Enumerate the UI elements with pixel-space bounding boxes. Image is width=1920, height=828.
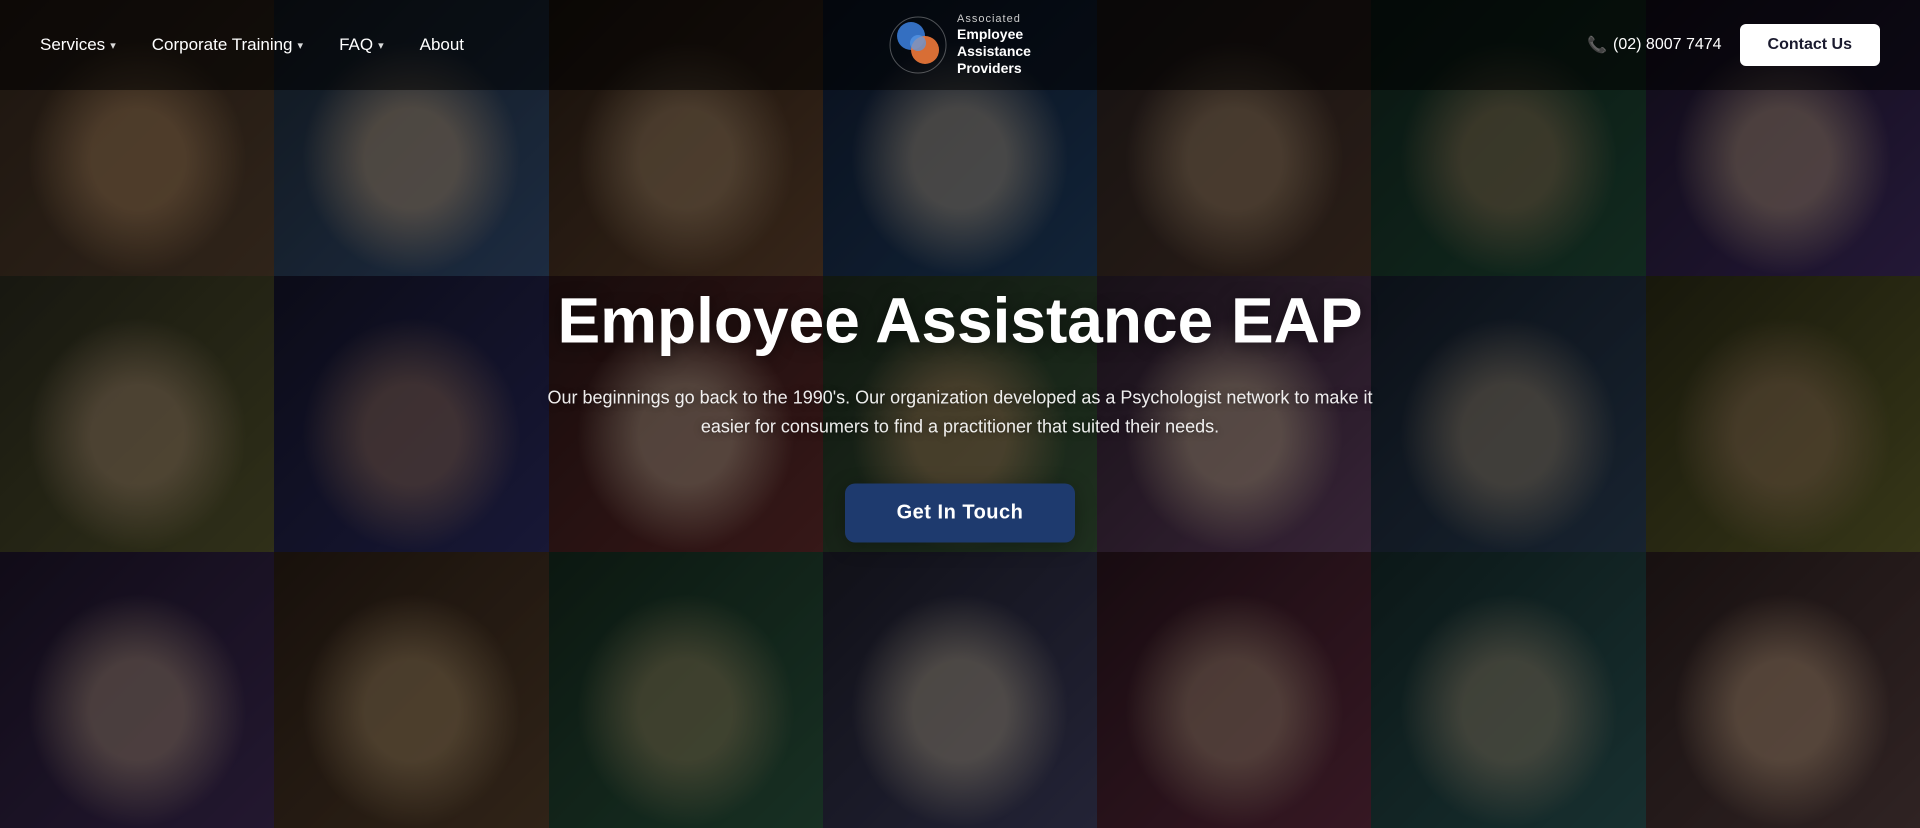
nav-corporate-training-label: Corporate Training <box>152 35 293 55</box>
nav-left: Services ▾ Corporate Training ▾ FAQ ▾ Ab… <box>40 35 464 55</box>
phone-icon: 📞 <box>1587 35 1607 55</box>
logo-line1: Employee <box>957 26 1031 43</box>
logo-line3: Providers <box>957 60 1031 77</box>
nav-right: 📞 (02) 8007 7474 Contact Us <box>1587 24 1880 66</box>
site-logo[interactable]: Associated Employee Assistance Providers <box>889 13 1031 77</box>
corporate-training-chevron-icon: ▾ <box>298 39 304 52</box>
hero-section: Services ▾ Corporate Training ▾ FAQ ▾ Ab… <box>0 0 1920 828</box>
phone-link[interactable]: 📞 (02) 8007 7474 <box>1587 35 1721 55</box>
hero-title: Employee Assistance EAP <box>530 286 1390 356</box>
logo-text: Associated Employee Assistance Providers <box>957 13 1031 77</box>
services-chevron-icon: ▾ <box>110 39 116 52</box>
faq-chevron-icon: ▾ <box>378 39 384 52</box>
logo-associated: Associated <box>957 13 1031 26</box>
logo-line2: Assistance <box>957 43 1031 60</box>
phone-number: (02) 8007 7474 <box>1613 36 1722 54</box>
hero-content: Employee Assistance EAP Our beginnings g… <box>510 286 1410 543</box>
logo-icon <box>889 16 947 74</box>
contact-us-button[interactable]: Contact Us <box>1740 24 1880 66</box>
nav-about-label: About <box>420 35 464 55</box>
navbar: Services ▾ Corporate Training ▾ FAQ ▾ Ab… <box>0 0 1920 90</box>
nav-services[interactable]: Services ▾ <box>40 35 116 55</box>
nav-faq-label: FAQ <box>339 35 373 55</box>
get-in-touch-button[interactable]: Get In Touch <box>845 483 1076 542</box>
nav-faq[interactable]: FAQ ▾ <box>339 35 384 55</box>
nav-corporate-training[interactable]: Corporate Training ▾ <box>152 35 303 55</box>
nav-services-label: Services <box>40 35 105 55</box>
hero-subtitle: Our beginnings go back to the 1990's. Ou… <box>530 384 1390 442</box>
nav-about[interactable]: About <box>420 35 464 55</box>
